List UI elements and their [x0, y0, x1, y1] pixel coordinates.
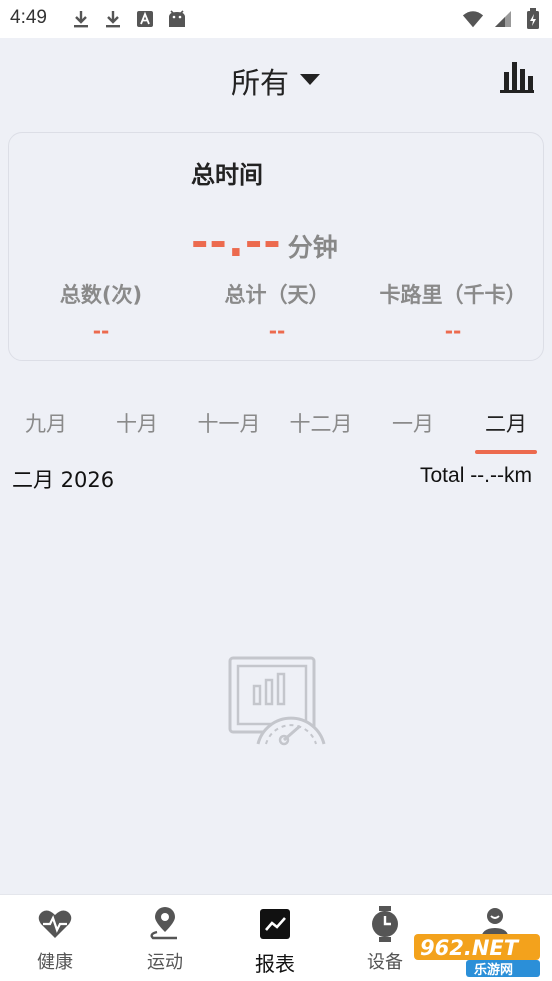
nav-label: 报表: [255, 952, 295, 976]
stat-value: --: [444, 319, 462, 343]
page-title: 所有: [230, 66, 289, 100]
tab-month[interactable]: 十月: [91, 408, 183, 438]
report-chart-icon: [256, 905, 294, 943]
heart-pulse-icon: [36, 905, 74, 943]
svg-text:乐游网: 乐游网: [474, 962, 513, 978]
stat-value: --: [92, 319, 110, 343]
nav-label: 运动: [147, 952, 183, 973]
watermark-logo: 962.NET 乐游网: [406, 930, 546, 978]
stat-label: 总数(次): [59, 283, 143, 307]
status-time: 4:49: [10, 7, 47, 28]
svg-text:962.NET: 962.NET: [420, 936, 520, 960]
month-tabs: 九月 十月 十一月 十二月 一月 二月: [0, 400, 552, 456]
nav-label: 健康: [37, 952, 73, 973]
battery-icon: [522, 8, 544, 30]
bar-chart-icon: [499, 60, 535, 98]
period-row: 二月 2026 Total --.--km: [0, 462, 552, 492]
notification-icons: [70, 8, 188, 30]
android-icon: [166, 8, 188, 30]
signal-icon: [492, 8, 514, 30]
total-distance: Total --.--km: [420, 464, 532, 487]
location-pin-icon: [146, 905, 184, 943]
tab-month-active[interactable]: 二月: [460, 408, 552, 438]
tab-month[interactable]: 一月: [367, 408, 459, 438]
caret-down-icon: [299, 72, 321, 91]
card-title: 总时间: [191, 161, 263, 189]
tab-month[interactable]: 十一月: [183, 408, 275, 438]
total-time: --.-- 分钟: [191, 221, 338, 264]
active-tab-indicator: [475, 450, 537, 454]
total-time-unit: 分钟: [287, 233, 338, 262]
tab-month[interactable]: 九月: [0, 408, 92, 438]
font-app-icon: [134, 8, 156, 30]
system-icons: [462, 8, 544, 30]
statistics-button[interactable]: [498, 60, 536, 98]
nav-label: 设备: [367, 952, 403, 973]
tab-month[interactable]: 十二月: [275, 408, 367, 438]
period-label: 二月 2026: [12, 468, 115, 492]
nav-report[interactable]: 报表: [220, 905, 330, 977]
stat-calories: 卡路里（千卡） --: [363, 279, 543, 343]
summary-card: 总时间 --.-- 分钟 总数(次) -- 总计（天） -- 卡路里（千卡） -…: [8, 132, 544, 361]
nav-health[interactable]: 健康: [0, 905, 110, 977]
stat-days: 总计（天） --: [187, 279, 367, 343]
status-bar: 4:49: [0, 0, 552, 38]
download-icon: [102, 8, 124, 30]
nav-sport[interactable]: 运动: [110, 905, 220, 977]
watch-icon: [366, 905, 404, 943]
app-header: 所有: [0, 38, 552, 120]
empty-report-icon: [224, 652, 328, 752]
stat-count: 总数(次) --: [11, 279, 191, 343]
stat-label: 总计（天）: [224, 283, 330, 307]
wifi-icon: [462, 8, 484, 30]
stat-value: --: [268, 319, 286, 343]
filter-dropdown[interactable]: 所有: [0, 60, 552, 102]
total-time-value: --.--: [191, 217, 282, 266]
download-icon: [70, 8, 92, 30]
stat-label: 卡路里（千卡）: [379, 283, 527, 307]
